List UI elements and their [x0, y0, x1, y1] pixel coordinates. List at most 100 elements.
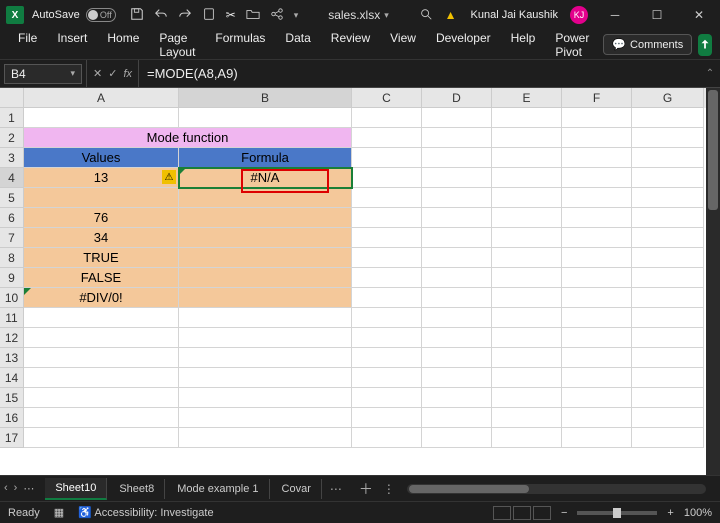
ribbon-tab-power-pivot[interactable]: Power Pivot: [547, 27, 597, 63]
share-button[interactable]: [698, 34, 712, 56]
cell[interactable]: [492, 168, 562, 188]
touch-mode-icon[interactable]: [202, 7, 216, 24]
cell[interactable]: [422, 288, 492, 308]
cell[interactable]: [24, 328, 179, 348]
cell[interactable]: [352, 408, 422, 428]
zoom-slider[interactable]: [577, 511, 657, 515]
cell[interactable]: [492, 188, 562, 208]
cell[interactable]: [179, 248, 352, 268]
cell[interactable]: 13⚠: [24, 168, 179, 188]
cell[interactable]: [562, 348, 632, 368]
cell[interactable]: [632, 368, 704, 388]
cell[interactable]: [632, 328, 704, 348]
cell[interactable]: [562, 128, 632, 148]
redo-icon[interactable]: [178, 7, 192, 24]
cell[interactable]: [632, 268, 704, 288]
cell[interactable]: [352, 428, 422, 448]
cell[interactable]: [492, 228, 562, 248]
cell[interactable]: Values: [24, 148, 179, 168]
maximize-button[interactable]: ☐: [642, 3, 672, 27]
row-header[interactable]: 15: [0, 388, 24, 408]
cell[interactable]: [179, 288, 352, 308]
cell[interactable]: [562, 328, 632, 348]
sheet-menu-icon[interactable]: ⋮: [383, 482, 395, 496]
toggle-switch[interactable]: Off: [86, 8, 116, 22]
zoom-level[interactable]: 100%: [684, 507, 712, 519]
cell[interactable]: [632, 168, 704, 188]
column-header[interactable]: G: [632, 88, 704, 108]
cell[interactable]: [492, 108, 562, 128]
cell[interactable]: [422, 328, 492, 348]
cell[interactable]: [492, 268, 562, 288]
cell[interactable]: [632, 208, 704, 228]
cut-icon[interactable]: ✂: [226, 8, 236, 22]
cell[interactable]: #DIV/0!: [24, 288, 179, 308]
cell[interactable]: [179, 348, 352, 368]
row-header[interactable]: 2: [0, 128, 24, 148]
fx-icon[interactable]: fx: [123, 68, 132, 80]
cell[interactable]: [492, 288, 562, 308]
spreadsheet-grid[interactable]: ABCDEFG 1234567891011121314151617 Mode f…: [0, 88, 706, 475]
name-box[interactable]: B4 ▾: [4, 64, 82, 84]
row-header[interactable]: 10: [0, 288, 24, 308]
cell[interactable]: [562, 208, 632, 228]
ribbon-tab-review[interactable]: Review: [323, 27, 378, 63]
macro-record-icon[interactable]: ▦: [54, 506, 64, 519]
cell[interactable]: [422, 248, 492, 268]
cell[interactable]: [422, 368, 492, 388]
cell[interactable]: [632, 228, 704, 248]
cell[interactable]: [632, 308, 704, 328]
horizontal-scrollbar[interactable]: [407, 484, 706, 494]
row-header[interactable]: 14: [0, 368, 24, 388]
row-header[interactable]: 4: [0, 168, 24, 188]
cell[interactable]: [422, 208, 492, 228]
cell[interactable]: [562, 368, 632, 388]
cell[interactable]: [632, 108, 704, 128]
vertical-scrollbar[interactable]: [706, 88, 720, 475]
cell[interactable]: [352, 268, 422, 288]
ribbon-tab-help[interactable]: Help: [503, 27, 544, 63]
cell[interactable]: [352, 168, 422, 188]
add-sheet-button[interactable]: ＋: [351, 479, 381, 499]
row-header[interactable]: 12: [0, 328, 24, 348]
cell[interactable]: [562, 188, 632, 208]
cell[interactable]: [422, 428, 492, 448]
minimize-button[interactable]: ─: [600, 3, 630, 27]
cell[interactable]: [24, 348, 179, 368]
cell[interactable]: [492, 368, 562, 388]
cell[interactable]: [352, 368, 422, 388]
cell[interactable]: [422, 168, 492, 188]
ribbon-tab-file[interactable]: File: [10, 27, 45, 63]
cell[interactable]: [422, 408, 492, 428]
user-name-label[interactable]: Kunal Jai Kaushik: [471, 9, 558, 21]
cells-area[interactable]: Mode functionValuesFormula13⚠#N/A7634TRU…: [24, 108, 706, 475]
cell[interactable]: [632, 428, 704, 448]
cell[interactable]: [24, 368, 179, 388]
cell[interactable]: [422, 188, 492, 208]
cell[interactable]: [492, 328, 562, 348]
formula-bar-expand-icon[interactable]: ⌃: [700, 68, 720, 79]
column-header[interactable]: D: [422, 88, 492, 108]
cell[interactable]: [562, 248, 632, 268]
cell[interactable]: [562, 228, 632, 248]
row-header[interactable]: 5: [0, 188, 24, 208]
cell[interactable]: [352, 328, 422, 348]
cell[interactable]: [179, 328, 352, 348]
cell[interactable]: [492, 348, 562, 368]
user-avatar[interactable]: KJ: [570, 6, 588, 24]
cell[interactable]: [179, 188, 352, 208]
cell[interactable]: [632, 148, 704, 168]
ribbon-tab-home[interactable]: Home: [99, 27, 147, 63]
cell[interactable]: 76: [24, 208, 179, 228]
page-break-view-button[interactable]: [533, 506, 551, 520]
page-layout-view-button[interactable]: [513, 506, 531, 520]
ribbon-tab-data[interactable]: Data: [277, 27, 318, 63]
share-qat-icon[interactable]: [270, 7, 284, 24]
close-button[interactable]: ✕: [684, 3, 714, 27]
column-header[interactable]: C: [352, 88, 422, 108]
cell[interactable]: [422, 388, 492, 408]
search-icon[interactable]: [419, 7, 433, 24]
select-all-corner[interactable]: [0, 88, 24, 108]
cell[interactable]: [352, 348, 422, 368]
cell[interactable]: [179, 408, 352, 428]
